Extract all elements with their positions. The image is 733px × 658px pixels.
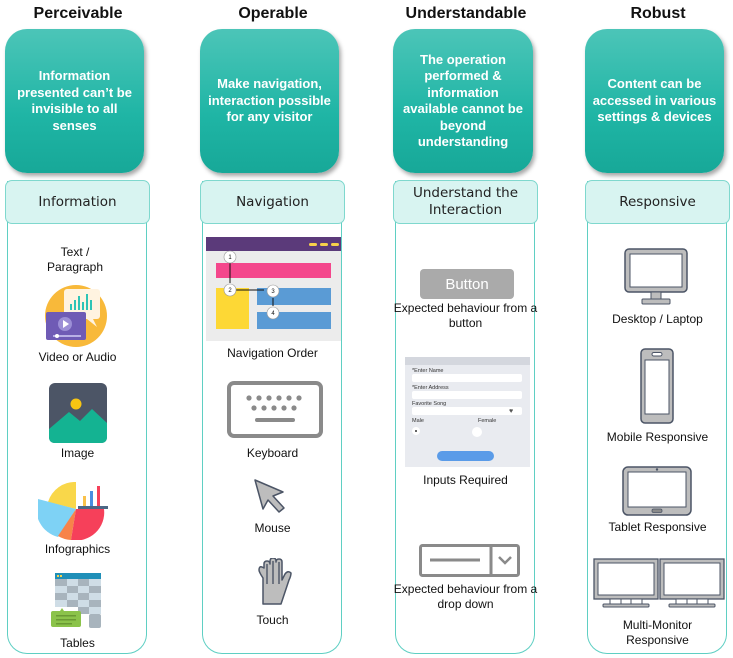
form-label: Male xyxy=(412,418,424,424)
column-title: Perceivable xyxy=(33,5,123,22)
subheader: Understand the Interaction xyxy=(393,180,538,224)
column-title: Understandable xyxy=(405,5,527,22)
item-label: Tables xyxy=(60,636,95,650)
item-label: Keyboard xyxy=(246,446,299,460)
item-label: Infographics xyxy=(44,542,111,556)
item-label: Expected behaviour from a drop down xyxy=(393,582,538,611)
mouse-cursor-icon xyxy=(254,479,285,513)
item-label: Mobile Responsive xyxy=(606,430,709,444)
principle-box: Content can be accessed in various setti… xyxy=(585,29,724,173)
form-label: Female xyxy=(478,418,497,424)
video-audio-icon xyxy=(45,285,107,347)
column-understandable: Understandable The operation performed &… xyxy=(393,0,539,658)
form-icon: *Enter Name *Enter Address Favorite Song… xyxy=(405,357,530,467)
button-icon: Button xyxy=(420,269,514,299)
item-label: Navigation Order xyxy=(227,346,318,360)
item-label: Multi-Monitor Responsive xyxy=(622,618,693,647)
column-title: Operable xyxy=(238,5,308,22)
column-title: Robust xyxy=(630,5,686,22)
tablet-icon xyxy=(622,466,692,516)
desktop-icon xyxy=(624,248,688,305)
column-operable: Operable Make navigation, interaction po… xyxy=(200,0,346,658)
navigation-order-icon: 1 2 3 4 xyxy=(206,237,341,341)
dropdown-icon xyxy=(419,544,520,577)
subheader: Information xyxy=(5,180,150,224)
column-perceivable: Perceivable Information presented can’t … xyxy=(5,0,151,658)
item-label: Tablet Responsive xyxy=(608,520,707,534)
multi-monitor-icon xyxy=(593,558,725,608)
hand-icon xyxy=(258,558,292,605)
table-icon xyxy=(51,573,101,628)
keyboard-icon xyxy=(227,381,323,438)
subheader: Responsive xyxy=(585,180,730,224)
column-robust: Robust Content can be accessed in variou… xyxy=(585,0,731,658)
item-label: Touch xyxy=(256,613,289,627)
principle-box: The operation performed & information av… xyxy=(393,29,533,173)
infographics-icon xyxy=(38,482,108,540)
item-label: Mouse xyxy=(254,521,291,535)
image-icon xyxy=(49,383,107,443)
principle-box: Information presented can’t be invisible… xyxy=(5,29,144,173)
item-label: Text / Paragraph xyxy=(46,245,104,274)
item-label: Inputs Required xyxy=(423,473,508,487)
item-label: Desktop / Laptop xyxy=(612,312,703,326)
item-label: Image xyxy=(60,446,95,460)
item-label: Expected behaviour from a button xyxy=(393,301,538,330)
principle-box: Make navigation, interaction possible fo… xyxy=(200,29,339,173)
item-label: Video or Audio xyxy=(38,350,117,364)
mobile-icon xyxy=(640,348,674,424)
subheader: Navigation xyxy=(200,180,345,224)
